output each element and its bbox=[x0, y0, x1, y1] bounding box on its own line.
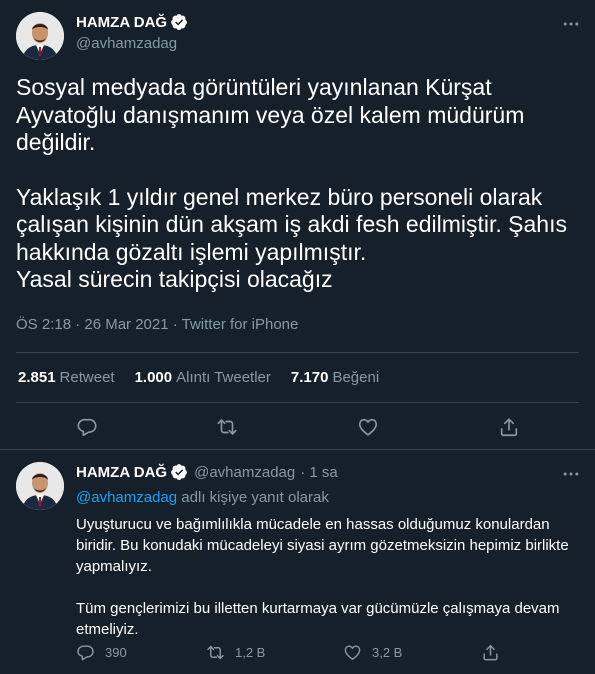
tweet-paragraph: Sosyal medyada görüntüleri yayınlanan Kü… bbox=[16, 74, 525, 155]
share-icon[interactable] bbox=[498, 416, 520, 438]
like-icon bbox=[343, 643, 362, 662]
verified-icon bbox=[170, 13, 188, 31]
like-count: 7.170 bbox=[290, 369, 329, 386]
quote-label: Alıntı Tweetler bbox=[176, 369, 271, 386]
reply-to-label: adlı kişiye yanıt olarak bbox=[181, 489, 329, 506]
reply-text: Uyuşturucu ve bağımlılıkla mücadele en h… bbox=[76, 514, 576, 640]
retweet-button[interactable]: 1,2 B bbox=[206, 643, 265, 662]
tweet-timestamp[interactable]: ÖS 2:18 · 26 Mar 2021 · Twitter for iPho… bbox=[16, 316, 298, 333]
tweet-paragraph: Yaklaşık 1 yıldır genel merkez büro pers… bbox=[16, 183, 567, 293]
reply-author[interactable]: HAMZA DAĞ @avhamzadag · 1 sa bbox=[76, 463, 338, 481]
quote-stat[interactable]: 1.000 Alıntı Tweetler bbox=[135, 369, 271, 386]
author-handle[interactable]: @avhamzadag bbox=[76, 35, 177, 52]
retweet-count: 1,2 B bbox=[235, 645, 266, 660]
reply-icon bbox=[76, 643, 95, 662]
like-icon[interactable] bbox=[357, 416, 379, 438]
like-count: 3,2 B bbox=[372, 645, 403, 660]
like-stat[interactable]: 7.170 Beğeni bbox=[291, 369, 379, 386]
reply-time[interactable]: · 1 sa bbox=[300, 464, 338, 481]
author-handle[interactable]: @avhamzadag bbox=[194, 464, 295, 481]
more-icon[interactable] bbox=[561, 14, 581, 34]
share-icon bbox=[481, 643, 500, 662]
tweet-text: Sosyal medyada görüntüleri yayınlanan Kü… bbox=[16, 74, 576, 294]
reply-icon[interactable] bbox=[76, 416, 98, 438]
verified-icon bbox=[170, 463, 188, 481]
author-name[interactable]: HAMZA DAĞ bbox=[76, 464, 167, 481]
like-label: Beğeni bbox=[332, 369, 380, 386]
share-button[interactable] bbox=[481, 643, 510, 662]
more-icon[interactable] bbox=[561, 464, 581, 484]
reply-count: 390 bbox=[105, 645, 127, 660]
avatar[interactable] bbox=[16, 462, 64, 510]
retweet-label: Retweet bbox=[59, 369, 115, 386]
divider bbox=[0, 449, 595, 450]
retweet-stat[interactable]: 2.851 Retweet bbox=[18, 369, 115, 386]
reply-paragraph: Tüm gençlerimizi bu illetten kurtarmaya … bbox=[76, 600, 560, 638]
tweet-author[interactable]: HAMZA DAĞ bbox=[76, 13, 188, 31]
retweet-icon[interactable] bbox=[216, 416, 238, 438]
reply-paragraph: Uyuşturucu ve bağımlılıkla mücadele en h… bbox=[76, 516, 569, 575]
divider bbox=[16, 402, 579, 403]
retweet-icon bbox=[206, 643, 225, 662]
divider bbox=[16, 352, 579, 353]
replying-to: @avhamzadag adlı kişiye yanıt olarak bbox=[76, 489, 329, 506]
tweet-stats: 2.851 Retweet 1.000 Alıntı Tweetler 7.170 B… bbox=[18, 369, 399, 386]
reply-button[interactable]: 390 bbox=[76, 643, 127, 662]
reply-mention-link[interactable]: @avhamzadag bbox=[76, 489, 177, 506]
like-button[interactable]: 3,2 B bbox=[343, 643, 402, 662]
quote-count: 1.000 bbox=[134, 369, 173, 386]
author-name[interactable]: HAMZA DAĞ bbox=[76, 14, 167, 31]
retweet-count: 2.851 bbox=[18, 369, 56, 386]
avatar[interactable] bbox=[16, 12, 64, 60]
